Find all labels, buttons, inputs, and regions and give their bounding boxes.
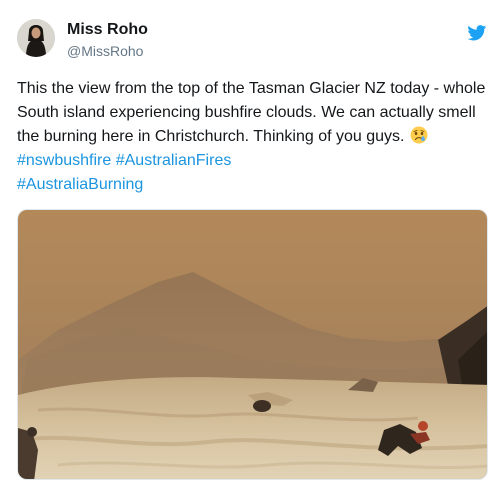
twitter-bird-icon[interactable] [467, 25, 487, 41]
crying-face-emoji [410, 126, 428, 144]
avatar-photo [17, 19, 55, 57]
climber-middle [253, 400, 271, 412]
tweet-photo[interactable] [17, 209, 488, 480]
tweet-text: This the view from the top of the Tasman… [17, 77, 487, 197]
glacier-smoke-photo [18, 210, 487, 479]
avatar[interactable] [17, 19, 55, 57]
author-handle[interactable]: @MissRoho [67, 43, 143, 59]
hashtag-nswbushfire[interactable]: #nswbushfire [17, 152, 111, 169]
climber-left [18, 427, 38, 479]
hashtag-australiaburning[interactable]: #AustraliaBurning [17, 176, 143, 193]
tweet-card: Miss Roho @MissRoho This the view from t… [0, 0, 496, 484]
author-display-name[interactable]: Miss Roho [67, 21, 148, 39]
hashtag-australianfires[interactable]: #AustralianFires [116, 152, 232, 169]
